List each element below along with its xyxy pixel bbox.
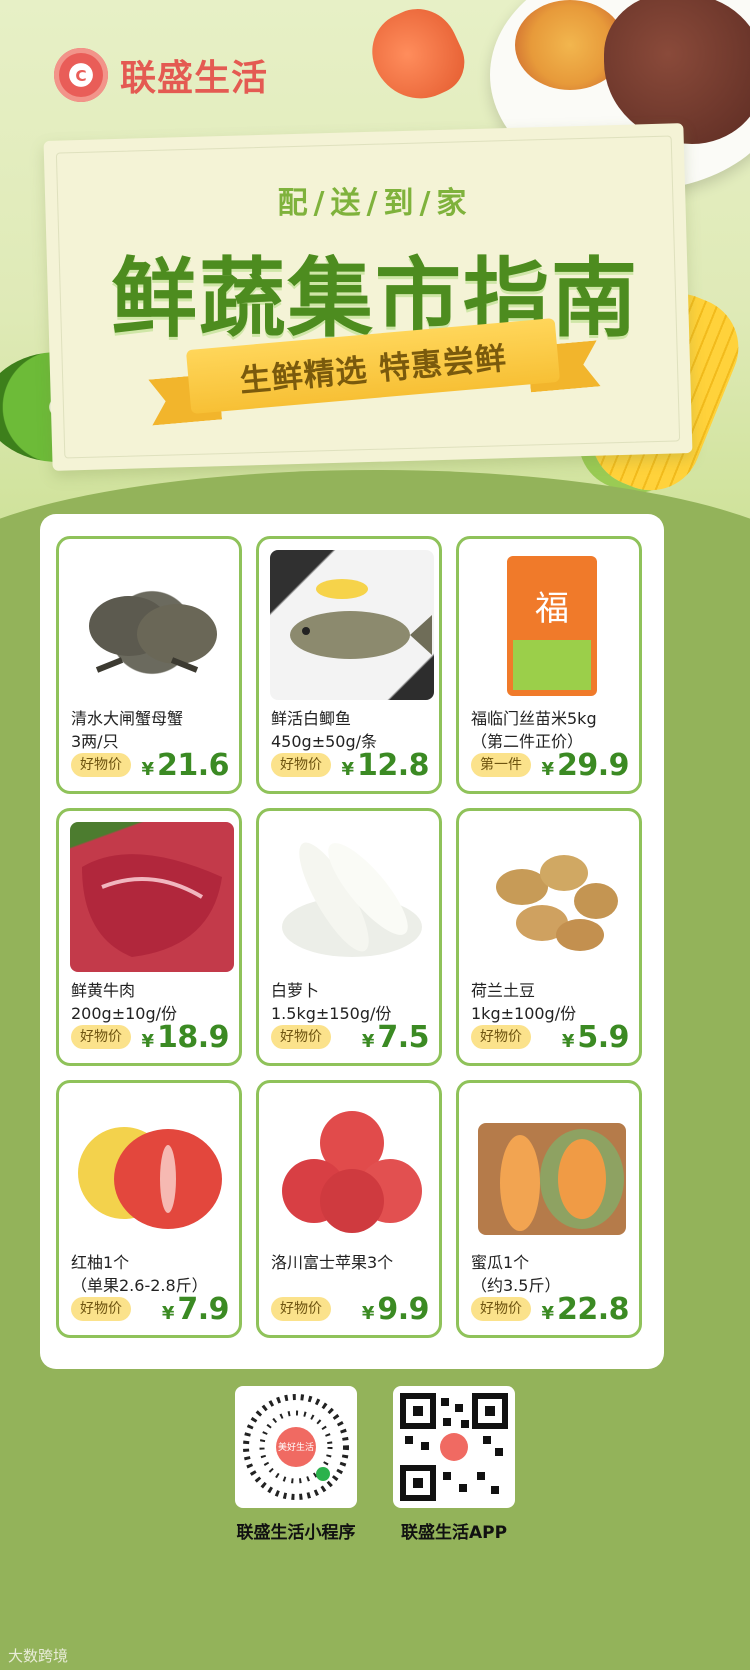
product-price: ¥9.9 [361, 1292, 430, 1327]
price-tag: 好物价 [471, 1025, 531, 1049]
product-name: 白萝卜 [271, 981, 320, 1000]
qr-label: 联盛生活小程序 [236, 1523, 356, 1543]
price-tag: 好物价 [71, 1025, 131, 1049]
product-card-fish[interactable]: 鲜活白鲫鱼 450g±50g/条 好物价 ¥12.8 [256, 536, 442, 794]
crab-photo [70, 550, 234, 700]
qr-center-text: 美好生活 [278, 1441, 314, 1453]
rice-bag-photo: 福 [470, 550, 634, 700]
product-price: ¥7.5 [361, 1020, 430, 1055]
product-price: ¥22.8 [541, 1292, 629, 1327]
brand-logo-icon: C [54, 48, 108, 102]
product-spec: 3两/只 [71, 732, 119, 751]
product-panel: 清水大闸蟹母蟹 3两/只 好物价 ¥21.6 鲜活白鲫鱼 450g±50g/条 好物… [40, 514, 664, 1369]
apple-photo [270, 1094, 434, 1244]
product-name: 蜜瓜1个 [471, 1253, 530, 1272]
melon-photo [470, 1094, 634, 1244]
product-price: ¥12.8 [341, 748, 429, 783]
price-tag: 好物价 [71, 1297, 131, 1321]
product-card-beef[interactable]: 鲜黄牛肉 200g±10g/份 好物价 ¥18.9 [56, 808, 242, 1066]
product-name: 福临门丝苗米5kg [471, 709, 597, 728]
price-tag: 好物价 [471, 1297, 531, 1321]
product-name: 鲜活白鲫鱼 [271, 709, 352, 728]
product-price: ¥18.9 [141, 1020, 229, 1055]
price-tag: 第一件 [471, 753, 531, 777]
product-grid: 清水大闸蟹母蟹 3两/只 好物价 ¥21.6 鲜活白鲫鱼 450g±50g/条 好物… [56, 536, 648, 1342]
qr-section: 美好生活 联盛生活小程序 联盛生活APP [0, 1386, 750, 1543]
price-tag: 好物价 [71, 753, 131, 777]
product-card-apple[interactable]: 洛川富士苹果3个 好物价 ¥9.9 [256, 1080, 442, 1338]
beef-photo [70, 822, 234, 972]
product-name: 荷兰土豆 [471, 981, 536, 1000]
product-price: ¥5.9 [561, 1020, 630, 1055]
fish-photo [270, 550, 434, 700]
brand-name: 联盛生活 [120, 58, 269, 99]
product-price: ¥21.6 [141, 748, 229, 783]
product-name: 洛川富士苹果3个 [271, 1253, 394, 1272]
product-price: ¥29.9 [541, 748, 629, 783]
product-card-melon[interactable]: 蜜瓜1个 （约3.5斤） 好物价 ¥22.8 [456, 1080, 642, 1338]
mini-program-code-icon[interactable]: 美好生活 [235, 1386, 357, 1508]
svg-text:福: 福 [535, 589, 569, 629]
product-spec: 1kg±100g/份 [471, 1004, 577, 1023]
shrimp-image [359, 0, 475, 114]
price-tag: 好物价 [271, 753, 331, 777]
potato-photo [470, 822, 634, 972]
product-card-pomelo[interactable]: 红柚1个 （单果2.6-2.8斤） 好物价 ¥7.9 [56, 1080, 242, 1338]
qr-mini-program[interactable]: 美好生活 联盛生活小程序 [235, 1386, 357, 1543]
watermark: 大数跨境 [8, 1647, 69, 1665]
brand-header: C 联盛生活 [54, 48, 268, 102]
pomelo-photo [70, 1094, 234, 1244]
product-name: 鲜黄牛肉 [71, 981, 136, 1000]
product-card-radish[interactable]: 白萝卜 1.5kg±150g/份 好物价 ¥7.5 [256, 808, 442, 1066]
radish-photo [270, 822, 434, 972]
price-tag: 好物价 [271, 1025, 331, 1049]
product-price: ¥7.9 [161, 1292, 230, 1327]
svg-text:C: C [75, 67, 86, 85]
product-card-rice[interactable]: 福 福临门丝苗米5kg （第二件正价） 第一件 ¥29.9 [456, 536, 642, 794]
qr-label: 联盛生活APP [400, 1523, 508, 1543]
qr-app[interactable]: 联盛生活APP [393, 1386, 515, 1543]
price-tag: 好物价 [271, 1297, 331, 1321]
product-name: 清水大闸蟹母蟹 [71, 709, 184, 728]
banner-subtitle: 配/送/到/家 [277, 186, 473, 221]
product-card-crab[interactable]: 清水大闸蟹母蟹 3两/只 好物价 ¥21.6 [56, 536, 242, 794]
product-name: 红柚1个 [71, 1253, 130, 1272]
qr-code-icon[interactable] [393, 1386, 515, 1508]
product-card-potato[interactable]: 荷兰土豆 1kg±100g/份 好物价 ¥5.9 [456, 808, 642, 1066]
hero-banner: C 联盛生活 配/送/到/家 鲜蔬集市指南 生鲜精选 特惠尝鲜 [0, 0, 750, 530]
